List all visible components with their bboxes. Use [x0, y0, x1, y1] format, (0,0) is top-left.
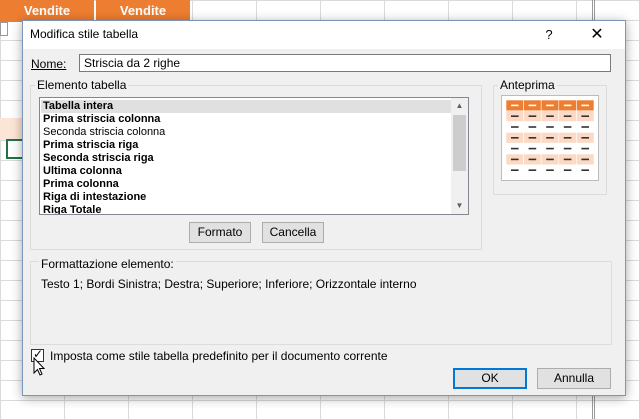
list-item[interactable]: Seconda striscia riga: [43, 152, 154, 165]
ok-button[interactable]: OK: [453, 368, 527, 389]
preview-table-grid: [506, 100, 594, 176]
preview-cell-text: [528, 115, 537, 117]
list-item[interactable]: Prima colonna: [43, 178, 119, 191]
preview-cell-text: [528, 104, 537, 107]
preview-cell-text: [528, 169, 537, 171]
list-item[interactable]: Ultima colonna: [43, 165, 122, 178]
preview-cell-text: [563, 115, 572, 117]
style-preview: [501, 95, 599, 181]
preview-cell-text: [546, 115, 554, 117]
preview-cell-text: [528, 147, 537, 150]
preview-cell-text: [546, 137, 554, 139]
cancel-button[interactable]: Annulla: [537, 368, 611, 389]
scroll-thumb[interactable]: [453, 115, 466, 171]
preview-cell-text: [528, 158, 537, 161]
name-input[interactable]: [79, 54, 611, 72]
format-button[interactable]: Formato: [189, 222, 251, 243]
preview-label: Anteprima: [498, 78, 557, 92]
banded-cell: [0, 118, 22, 140]
preview-cell-text: [581, 115, 589, 117]
element-format-label: Formattazione elemento:: [39, 257, 176, 271]
preview-cell-text: [563, 158, 572, 161]
table-element-list[interactable]: Tabella intera Prima striscia colonna Seco…: [39, 97, 469, 215]
modify-table-style-dialog: Modifica stile tabella ? ✕ Nome: Element…: [22, 20, 626, 396]
dialog-titlebar: Modifica stile tabella ? ✕: [23, 21, 625, 49]
selected-cell: [6, 139, 22, 159]
default-style-label[interactable]: Imposta come stile tabella predefinito p…: [50, 349, 388, 363]
list-item[interactable]: Riga di intestazione: [43, 191, 146, 204]
preview-cell-text: [511, 115, 519, 117]
preview-cell-text: [546, 158, 554, 161]
preview-cell-text: [563, 137, 572, 139]
preview-cell-text: [581, 158, 589, 161]
preview-cell-text: [563, 126, 572, 128]
name-label: Nome:: [31, 57, 67, 71]
preview-cell-text: [511, 158, 519, 161]
preview-cell-text: [511, 126, 519, 128]
preview-cell-text: [528, 137, 537, 139]
help-button[interactable]: ?: [535, 24, 563, 46]
preview-cell-text: [563, 169, 572, 171]
preview-cell-text: [511, 147, 519, 150]
mouse-pointer-icon: [33, 357, 46, 376]
preview-cell-text: [581, 147, 589, 150]
header-cell-2: Vendite: [96, 0, 190, 22]
list-item[interactable]: Tabella intera: [41, 100, 451, 113]
scroll-up-icon[interactable]: ▲: [451, 98, 468, 114]
list-item[interactable]: Seconda striscia colonna: [43, 126, 165, 139]
preview-cell-text: [511, 104, 519, 107]
close-button[interactable]: ✕: [583, 24, 611, 46]
preview-cell-text: [511, 137, 519, 139]
element-format-group: [30, 261, 612, 345]
preview-cell-text: [511, 169, 519, 171]
table-element-group-label: Elemento tabella: [35, 78, 129, 92]
preview-cell-text: [546, 147, 554, 150]
clear-button[interactable]: Cancella: [262, 222, 324, 243]
preview-cell-text: [563, 147, 572, 150]
preview-cell-text: [528, 126, 537, 128]
preview-cell-text: [546, 126, 554, 128]
dialog-title: Modifica stile tabella: [30, 27, 139, 41]
element-format-text: Testo 1; Bordi Sinistra; Destra; Superio…: [41, 277, 417, 291]
list-item[interactable]: Prima striscia riga: [43, 139, 138, 152]
list-item[interactable]: Prima striscia colonna: [43, 113, 160, 126]
preview-cell-text: [581, 137, 589, 139]
scroll-down-icon[interactable]: ▼: [451, 198, 468, 214]
preview-cell-text: [546, 104, 554, 107]
preview-cell-text: [581, 104, 589, 107]
header-cell-1: Vendite: [0, 0, 94, 22]
filter-dropdown-icon[interactable]: [0, 22, 8, 36]
list-scrollbar[interactable]: ▲ ▼: [451, 98, 468, 214]
preview-cell-text: [581, 169, 589, 171]
preview-cell-text: [563, 104, 572, 107]
list-item[interactable]: Riga Totale: [43, 204, 101, 214]
preview-cell-text: [546, 169, 554, 171]
preview-cell-text: [581, 126, 589, 128]
